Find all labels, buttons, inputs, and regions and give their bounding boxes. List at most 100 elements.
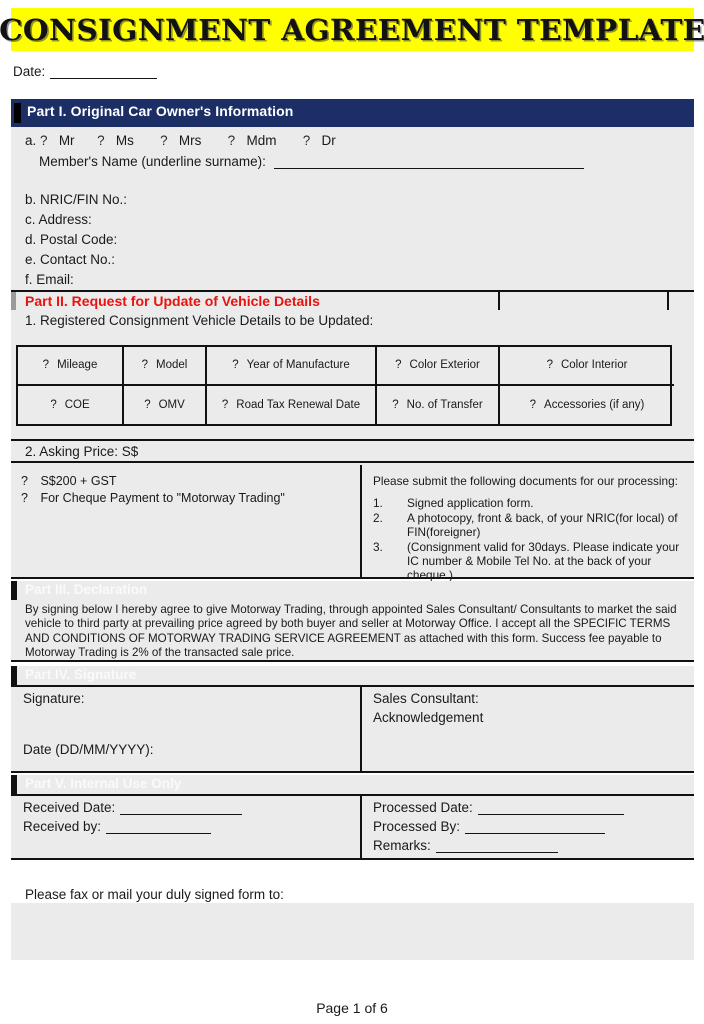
payment-option-cheque[interactable]: ? For Cheque Payment to "Motorway Tradin… (21, 490, 361, 507)
page-indicator: Page 1 of 6 (316, 1000, 388, 1016)
field-label-contact-no: e. Contact No.: (25, 252, 116, 267)
salutation-option-mdm[interactable]: ? Mdm (228, 133, 277, 148)
part3-heading: Part III. Declaration (25, 582, 148, 597)
payment-option-label-gst: S$200 + GST (40, 474, 117, 488)
document-list-item: 1. Signed application form. (373, 496, 683, 510)
checkbox-icon[interactable]: ? (228, 133, 236, 148)
vehicle-detail-cell-model[interactable]: ? Model (124, 347, 207, 386)
remarks-label: Remarks: (373, 838, 431, 853)
vehicle-detail-cell-color-exterior[interactable]: ? Color Exterior (377, 347, 500, 386)
vehicle-detail-label-model: Model (156, 359, 188, 372)
field-label-nric: b. NRIC/FIN No.: (25, 192, 128, 207)
salutation-label-ms: Ms (115, 133, 134, 148)
asking-price-row[interactable]: 2. Asking Price: S$ (11, 439, 694, 463)
processed-date-input-line[interactable] (477, 802, 624, 815)
remarks-row: Remarks: (373, 838, 558, 853)
field-row-contact-no[interactable]: e. Contact No.: (11, 250, 694, 271)
part5-tab-marker (11, 775, 17, 794)
part2-tab-marker (11, 292, 16, 312)
checkbox-icon[interactable]: ? (232, 359, 238, 371)
vehicle-detail-cell-no-of-transfer[interactable]: ? No. of Transfer (377, 385, 500, 424)
document-list-item: 3. (Consignment valid for 30days. Please… (373, 540, 683, 582)
vehicle-detail-cell-coe[interactable]: ? COE (18, 385, 124, 424)
salutation-option-mr[interactable]: ? Mr (40, 133, 75, 148)
checkbox-icon[interactable]: ? (144, 399, 150, 411)
salutation-label-mdm: Mdm (246, 133, 277, 148)
documents-checklist: Please submit the following documents fo… (373, 474, 683, 583)
checkbox-icon[interactable]: ? (97, 133, 105, 148)
part2-divider-1 (498, 292, 501, 312)
checkbox-icon[interactable]: ? (392, 399, 398, 411)
salutation-row: a. ? Mr ? Ms ? Mrs ? Mdm ? Dr (25, 133, 336, 148)
part1-tab-marker (14, 103, 21, 123)
checkbox-icon[interactable]: ? (142, 359, 148, 371)
field-row-nric[interactable]: b. NRIC/FIN No.: (11, 190, 694, 211)
checkbox-icon[interactable]: ? (530, 399, 536, 411)
checkbox-icon[interactable]: ? (50, 399, 56, 411)
processed-by-input-line[interactable] (465, 821, 606, 834)
internal-use-box: Received Date: Received by: Processed Da… (11, 794, 694, 860)
vehicle-detail-cell-mileage[interactable]: ? Mileage (18, 347, 124, 386)
title-banner: CONSIGNMENT AGREEMENT TEMPLATE (0, 8, 704, 51)
vehicle-detail-label-year-of-manufacture: Year of Manufacture (246, 359, 350, 372)
asking-price-label: 2. Asking Price: S$ (25, 444, 139, 459)
checkbox-icon[interactable]: ? (21, 491, 28, 505)
member-name-input-line[interactable] (273, 155, 584, 169)
payment-option-gst[interactable]: ? S$200 + GST (21, 473, 361, 490)
page-title: CONSIGNMENT AGREEMENT TEMPLATE (0, 12, 704, 47)
date-label: Date: (13, 64, 46, 79)
salutation-label-mr: Mr (58, 133, 75, 148)
payment-documents-divider (360, 465, 362, 577)
received-by-label: Received by: (23, 819, 102, 834)
field-row-email[interactable]: f. Email: (11, 270, 694, 290)
received-date-input-line[interactable] (120, 802, 243, 815)
checkbox-icon[interactable]: ? (43, 359, 49, 371)
signature-box: Signature: Date (DD/MM/YYYY): Sales Cons… (11, 685, 694, 773)
document-item-number: 2. (373, 511, 383, 525)
field-label-email: f. Email: (25, 272, 74, 287)
part1-salutation-block: a. ? Mr ? Ms ? Mrs ? Mdm ? Dr Member's N… (11, 127, 694, 192)
vehicle-detail-cell-road-tax-renewal-date[interactable]: ? Road Tax Renewal Date (207, 385, 377, 424)
vehicle-detail-label-coe: COE (64, 398, 90, 411)
checkbox-icon[interactable]: ? (547, 359, 553, 371)
received-by-input-line[interactable] (106, 821, 212, 834)
vehicle-detail-cell-year-of-manufacture[interactable]: ? Year of Manufacture (207, 347, 377, 386)
part2-section1-label-row: 1. Registered Consignment Vehicle Detail… (11, 310, 694, 333)
vehicle-detail-label-color-interior: Color Interior (560, 359, 628, 372)
received-date-row: Received Date: (23, 800, 243, 815)
part2-divider-2 (667, 292, 670, 312)
vehicle-detail-cell-color-interior[interactable]: ? Color Interior (500, 347, 674, 386)
checkbox-icon[interactable]: ? (160, 133, 168, 148)
member-name-row: Member's Name (underline surname): (39, 154, 584, 169)
part3-tab-marker (11, 581, 17, 600)
part5-heading: Part V. Internal Use Only (25, 776, 182, 791)
field-row-address[interactable]: c. Address: (11, 210, 694, 231)
vehicle-details-grid: ? Mileage ? Model ? Year of Manufacture … (16, 345, 674, 426)
payment-options-list: ? S$200 + GST ? For Cheque Payment to "M… (21, 473, 361, 507)
salutation-option-mrs[interactable]: ? Mrs (160, 133, 201, 148)
document-page: CONSIGNMENT AGREEMENT TEMPLATE Date: Par… (0, 0, 704, 1024)
vehicle-detail-label-road-tax-renewal-date: Road Tax Renewal Date (236, 398, 361, 411)
payment-option-label-cheque: For Cheque Payment to "Motorway Trading" (40, 491, 285, 505)
salutation-option-ms[interactable]: ? Ms (97, 133, 134, 148)
document-item-text: A photocopy, front & back, of your NRIC(… (407, 511, 678, 539)
signature-label: Signature: (23, 691, 85, 706)
internal-use-divider (360, 796, 362, 860)
vehicle-detail-cell-accessories[interactable]: ? Accessories (if any) (500, 386, 674, 425)
field-row-postal-code[interactable]: d. Postal Code: (11, 230, 694, 251)
vehicle-detail-cell-omv[interactable]: ? OMV (124, 385, 207, 424)
remarks-input-line[interactable] (435, 840, 558, 853)
salutation-option-dr[interactable]: ? Dr (303, 133, 336, 148)
checkbox-icon[interactable]: ? (40, 133, 48, 148)
acknowledgement-label: Acknowledgement (373, 710, 484, 725)
document-item-number: 3. (373, 540, 383, 554)
part2-heading: Part II. Request for Update of Vehicle D… (25, 293, 320, 309)
salutation-label-mrs: Mrs (178, 133, 202, 148)
vehicle-detail-label-color-exterior: Color Exterior (409, 359, 480, 372)
checkbox-icon[interactable]: ? (21, 474, 28, 488)
checkbox-icon[interactable]: ? (395, 359, 401, 371)
checkbox-icon[interactable]: ? (222, 399, 228, 411)
checkbox-icon[interactable]: ? (303, 133, 311, 148)
date-input-line[interactable] (50, 65, 158, 79)
sales-consultant-label: Sales Consultant: (373, 691, 479, 706)
